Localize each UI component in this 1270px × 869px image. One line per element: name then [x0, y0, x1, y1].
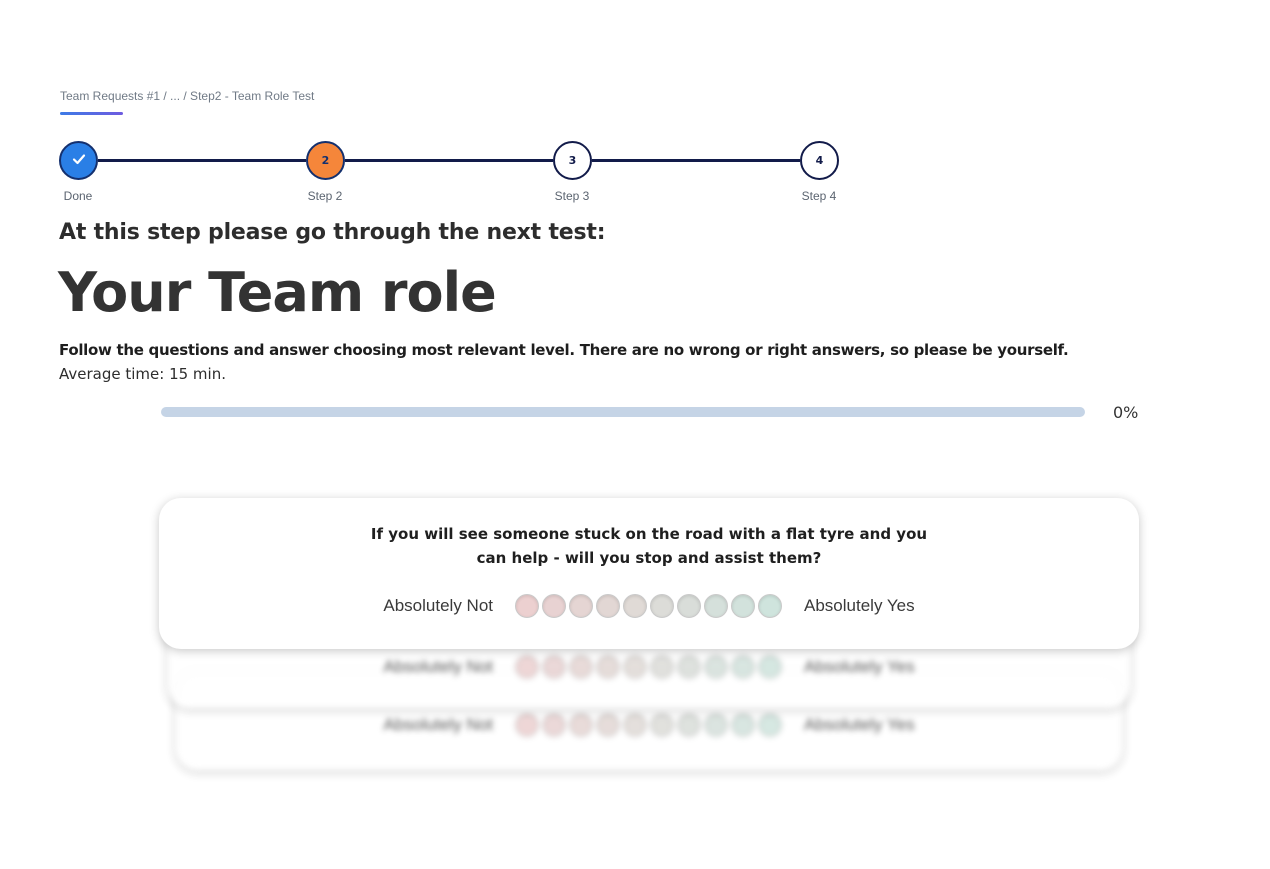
scale-option-9[interactable]	[731, 594, 756, 618]
scale-options	[515, 713, 783, 737]
scale-option-7	[677, 713, 702, 737]
scale-option-8[interactable]	[704, 594, 729, 618]
scale-max-label: Absolutely Yes	[804, 715, 915, 734]
scale-option-6[interactable]	[650, 594, 675, 618]
scale-option-3	[569, 713, 594, 737]
scale-option-8	[704, 655, 729, 679]
step-3-indicator[interactable]: 3	[553, 141, 592, 180]
page-subtitle: At this step please go through the next …	[59, 220, 606, 245]
question-card: If you will see someone stuck on the roa…	[159, 498, 1139, 649]
scale-option-6	[650, 655, 675, 679]
scale-option-4	[596, 655, 621, 679]
scale-option-5	[623, 655, 648, 679]
scale-option-5[interactable]	[623, 594, 648, 618]
step-label-done: Done	[63, 189, 93, 203]
scale-option-10	[758, 713, 783, 737]
average-time: Average time: 15 min.	[59, 365, 226, 383]
step-number: 2	[321, 154, 330, 167]
scale-option-9	[731, 713, 756, 737]
question-text: If you will see someone stuck on the roa…	[370, 525, 928, 567]
step-label-4: Step 4	[801, 189, 837, 203]
scale-option-1	[515, 713, 540, 737]
step-connector	[98, 159, 306, 162]
scale-option-6	[650, 713, 675, 737]
stepper: 2 3 4 Done Step 2 Step 3 Step 4	[0, 0, 1270, 210]
scale-options	[515, 594, 783, 618]
step-4-indicator[interactable]: 4	[800, 141, 839, 180]
answer-scale: Absolutely Not Absolutely Yes	[168, 655, 1130, 679]
step-2-indicator[interactable]: 2	[306, 141, 345, 180]
scale-min-label: Absolutely Not	[383, 596, 494, 615]
scale-max-label: Absolutely Yes	[804, 657, 915, 676]
scale-max-label: Absolutely Yes	[804, 596, 915, 615]
scale-option-2	[542, 713, 567, 737]
check-icon	[71, 151, 87, 170]
scale-option-10	[758, 655, 783, 679]
scale-option-1[interactable]	[515, 594, 540, 618]
progress-bar	[161, 407, 1085, 417]
step-connector	[592, 159, 800, 162]
answer-scale: Absolutely Not Absolutely Yes	[159, 594, 1139, 618]
page-title: Your Team role	[58, 261, 497, 324]
scale-option-8	[704, 713, 729, 737]
instructions-text: Follow the questions and answer choosing…	[59, 341, 1069, 359]
scale-option-9	[731, 655, 756, 679]
scale-option-3[interactable]	[569, 594, 594, 618]
progress-percent: 0%	[1113, 403, 1139, 422]
scale-option-2[interactable]	[542, 594, 567, 618]
scale-options	[515, 655, 783, 679]
scale-option-4[interactable]	[596, 594, 621, 618]
scale-option-5	[623, 713, 648, 737]
step-number: 4	[815, 154, 824, 167]
scale-option-2	[542, 655, 567, 679]
step-label-3: Step 3	[554, 189, 590, 203]
scale-option-4	[596, 713, 621, 737]
step-number: 3	[568, 154, 577, 167]
step-done-indicator[interactable]	[59, 141, 98, 180]
scale-option-1	[515, 655, 540, 679]
scale-option-7[interactable]	[677, 594, 702, 618]
step-label-2: Step 2	[307, 189, 343, 203]
scale-option-10[interactable]	[758, 594, 783, 618]
scale-min-label: Absolutely Not	[383, 715, 494, 734]
step-connector	[345, 159, 553, 162]
scale-min-label: Absolutely Not	[383, 657, 494, 676]
answer-scale: Absolutely Not Absolutely Yes	[176, 713, 1122, 737]
scale-option-7	[677, 655, 702, 679]
scale-option-3	[569, 655, 594, 679]
